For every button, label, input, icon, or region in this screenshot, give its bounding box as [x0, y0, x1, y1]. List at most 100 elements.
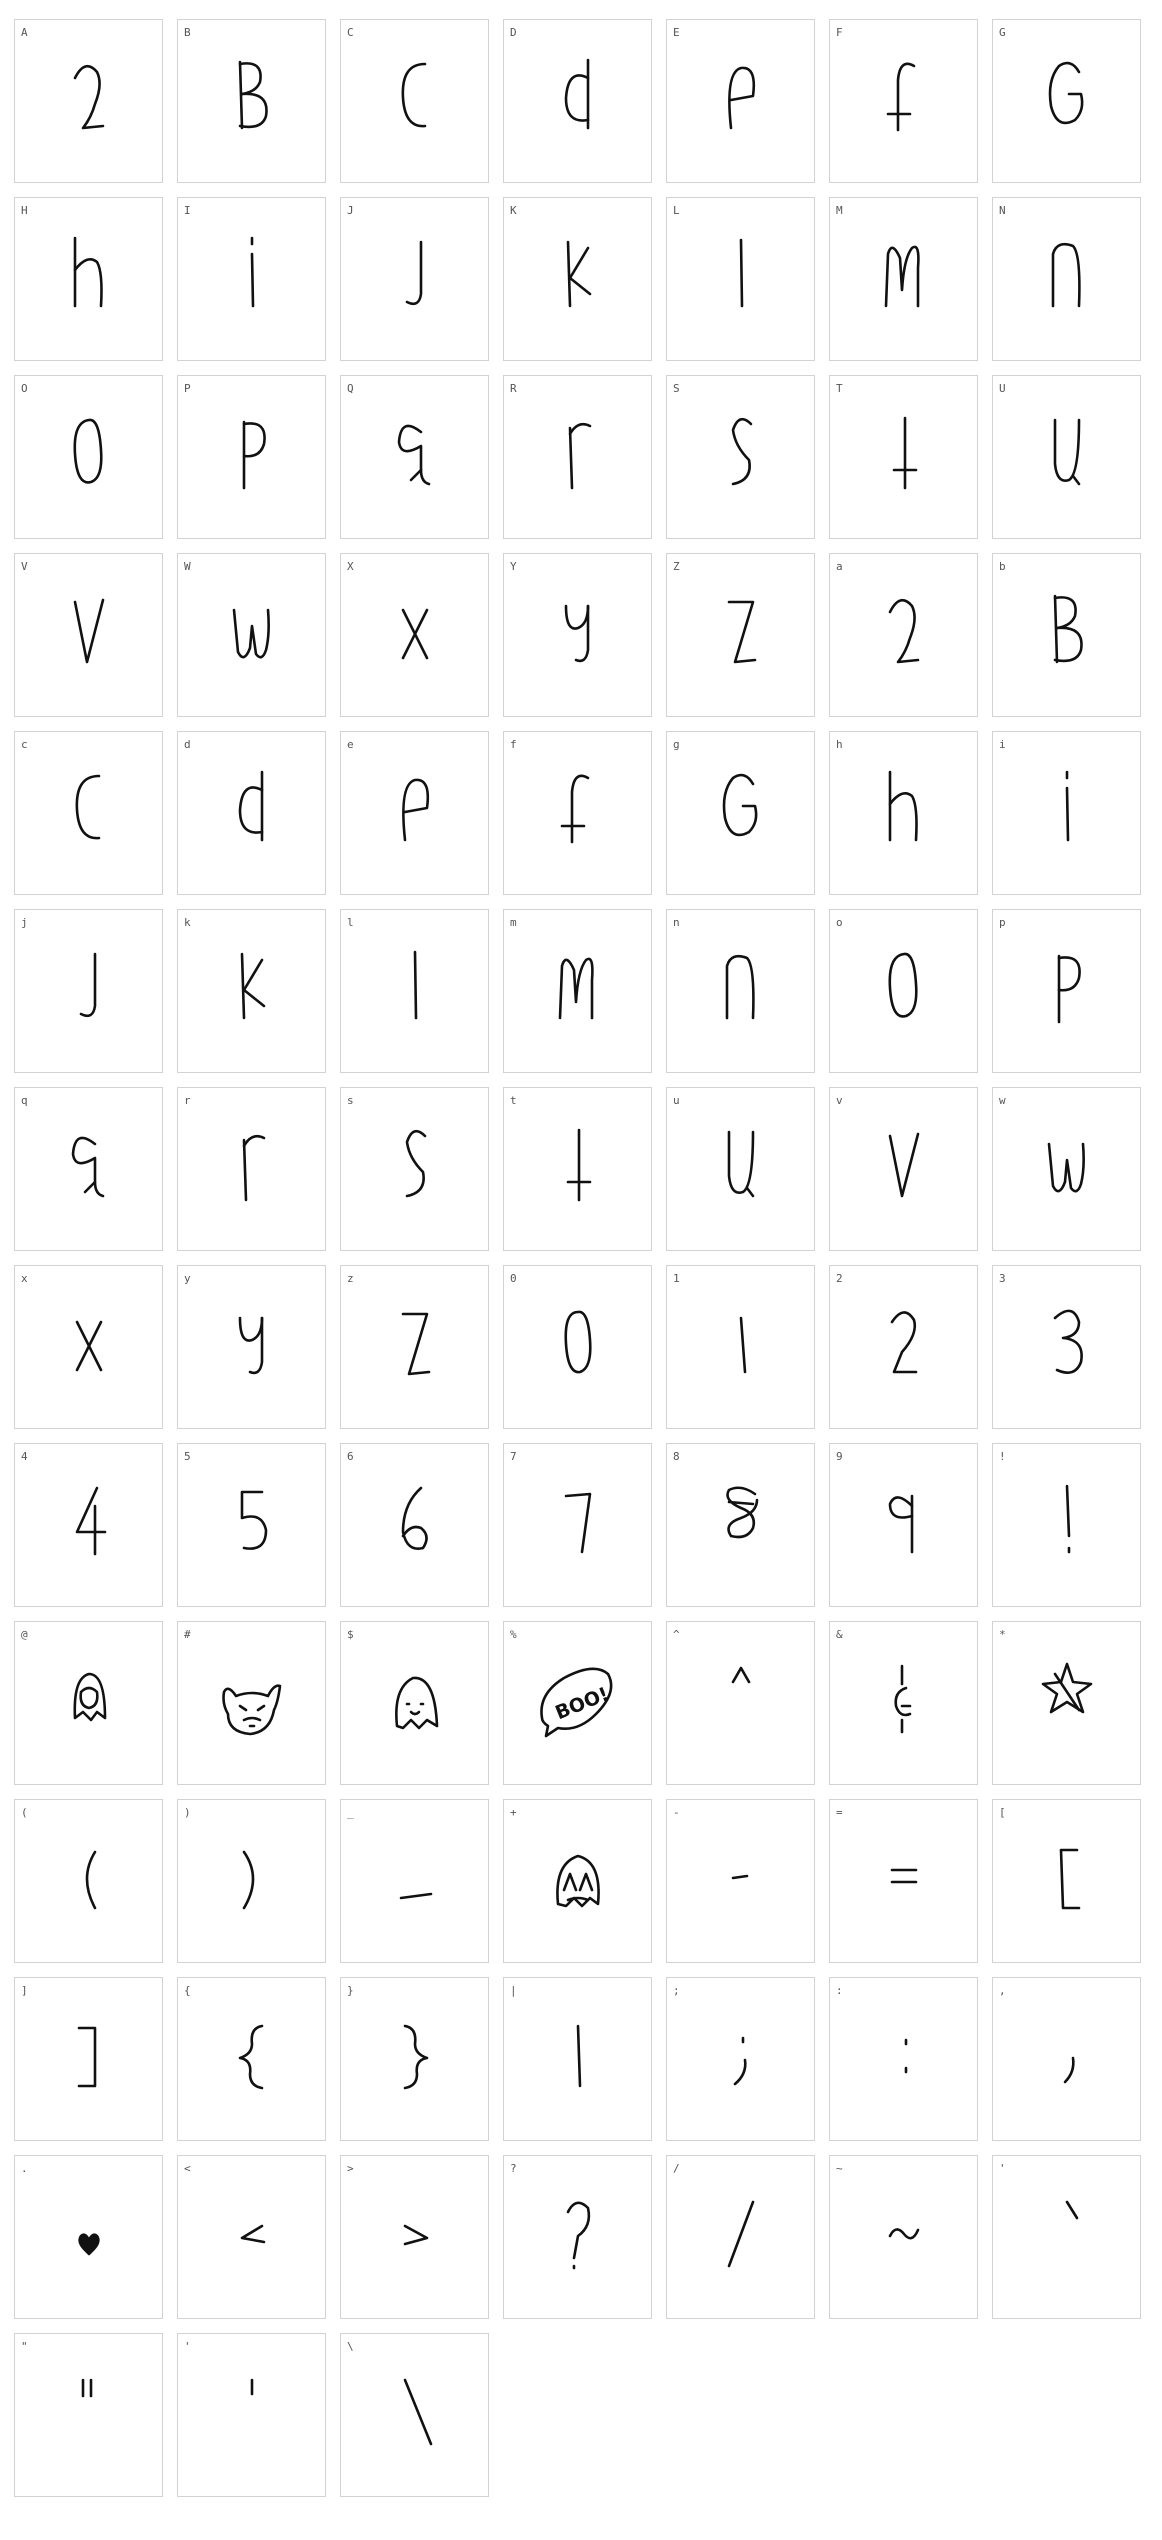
glyph-drawing — [238, 2024, 264, 2090]
glyph-cell: # — [177, 1621, 326, 1785]
glyph-stroke — [1063, 2056, 1075, 2084]
glyph-stroke — [1048, 61, 1084, 125]
glyph-stroke — [79, 952, 97, 1018]
glyph-cell: l — [340, 909, 489, 1073]
glyph-stroke — [733, 2058, 747, 2086]
glyph-stroke — [888, 952, 918, 1018]
glyph-cell: ^ — [666, 1621, 815, 1785]
glyph-stroke — [731, 1874, 749, 1880]
glyph-stroke — [242, 1850, 255, 1910]
glyph-stroke — [242, 1716, 262, 1722]
glyph-cell: r — [177, 1087, 326, 1251]
glyph-stroke — [405, 240, 423, 306]
glyph-drawing — [75, 1320, 103, 1372]
glyph-cell: @ — [14, 1621, 163, 1785]
glyph-cell: ( — [14, 1799, 163, 1963]
glyph-cell: N — [992, 197, 1141, 361]
glyph-cell: f — [503, 731, 652, 895]
glyph-drawing — [566, 240, 592, 308]
glyph-stroke — [85, 1850, 97, 1910]
glyph-drawing — [1063, 2056, 1075, 2084]
glyph-specimen-grid: ABCDEFG HIJKLMN OPQRSTU VWXYZab cdefghi jklmn… — [0, 0, 1162, 2540]
glyph-stroke — [402, 778, 430, 842]
glyph-stroke — [566, 2201, 591, 2260]
glyph-stroke — [566, 240, 572, 308]
glyph-stroke — [413, 950, 418, 1020]
glyph-drawing — [1053, 594, 1083, 664]
glyph-stroke — [568, 426, 574, 490]
glyph-drawing — [727, 1130, 755, 1198]
glyph-stroke — [564, 604, 590, 630]
glyph-drawing — [403, 2378, 433, 2446]
glyph-cell: } — [340, 1977, 489, 2141]
glyph-cell: g — [666, 731, 815, 895]
ghost-icon — [395, 1676, 439, 1730]
glyph-drawing — [240, 952, 266, 1020]
glyph-drawing — [1057, 954, 1081, 1024]
glyph-stroke — [568, 422, 592, 436]
glyph-cell: J — [340, 197, 489, 361]
glyph-stroke — [78, 2233, 100, 2256]
glyph-stroke — [1051, 242, 1081, 308]
glyph-drawing — [564, 604, 590, 663]
glyph-stroke — [1053, 596, 1077, 630]
glyph-stroke — [562, 1872, 578, 1892]
glyph-stroke — [1065, 786, 1070, 842]
glyph-cell: O — [14, 375, 163, 539]
glyph-cell: e — [340, 731, 489, 895]
glyph-stroke — [568, 246, 592, 296]
glyph-cell: u — [666, 1087, 815, 1251]
glyph-stroke — [1071, 474, 1081, 486]
glyph-drawing — [405, 1129, 427, 1198]
glyph-cell: [ — [992, 1799, 1141, 1963]
glyph-cell: 9 — [829, 1443, 978, 1607]
glyph-cell: * — [992, 1621, 1141, 1785]
glyph-stroke — [1053, 1672, 1081, 1712]
glyph-cell: " — [14, 2333, 163, 2497]
glyph-drawing — [405, 240, 423, 306]
glyph-stroke — [739, 238, 744, 308]
glyph-cell: s — [340, 1087, 489, 1251]
glyph-stroke — [722, 773, 758, 837]
glyph-cell: a — [829, 553, 978, 717]
glyph-drawing — [888, 598, 920, 664]
glyph-drawing — [401, 608, 429, 660]
glyph-drawing — [1065, 2200, 1079, 2220]
glyph-drawing — [1053, 1309, 1083, 1374]
glyph-stroke — [403, 2024, 429, 2090]
glyph-cell: D — [503, 19, 652, 183]
glyph-stroke — [1047, 1142, 1085, 1193]
glyph-drawing — [888, 952, 918, 1018]
glyph-drawing — [888, 1494, 914, 1554]
glyph-stroke — [564, 74, 590, 122]
boo-text: BOO! — [552, 1683, 612, 1724]
glyph-cell: H — [14, 197, 163, 361]
glyph-stroke — [83, 1180, 97, 1194]
glyph-cell: ! — [992, 1443, 1141, 1607]
glyph-drawing — [564, 1492, 592, 1554]
glyph-cell: b — [992, 553, 1141, 717]
glyph-drawing — [250, 236, 255, 308]
ghost-small-icon — [73, 1672, 107, 1722]
glyph-cell: : — [829, 1977, 978, 2141]
glyph-cell: ] — [14, 1977, 163, 2141]
glyph-drawing — [564, 58, 590, 130]
glyph-cell: ? — [503, 2155, 652, 2319]
glyph-stroke — [405, 1129, 427, 1198]
glyph-stroke — [240, 2224, 266, 2244]
glyph-cell: / — [666, 2155, 815, 2319]
glyph-drawing — [1053, 418, 1081, 486]
glyph-stroke — [403, 2378, 433, 2446]
glyph-drawing — [238, 60, 268, 130]
glyph-drawing — [1065, 1484, 1071, 1554]
glyph-stroke — [727, 1130, 755, 1194]
glyph-cell: c — [14, 731, 163, 895]
glyph-stroke — [558, 957, 594, 1020]
glyph-drawing — [731, 417, 753, 486]
glyph-stroke — [1041, 1662, 1093, 1714]
glyph-drawing — [888, 2228, 920, 2240]
glyph-drawing — [73, 418, 103, 484]
glyph-cell: 6 — [340, 1443, 489, 1607]
glyph-stroke — [727, 2200, 755, 2268]
glyph-cell: ' — [992, 2155, 1141, 2319]
